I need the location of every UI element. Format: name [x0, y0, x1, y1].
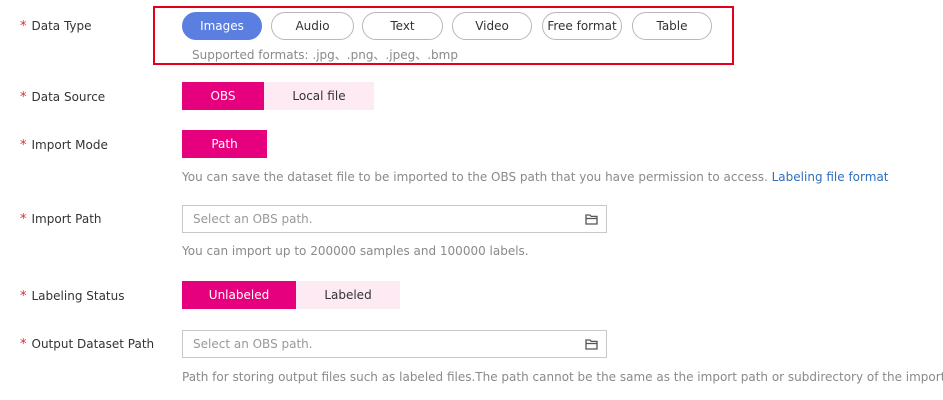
data-type-option-free-format[interactable]: Free format — [542, 12, 622, 40]
required-mark: * — [20, 289, 27, 304]
data-type-option-table[interactable]: Table — [632, 12, 712, 40]
data-type-option-video[interactable]: Video — [452, 12, 532, 40]
required-mark: * — [20, 90, 27, 105]
import-mode-label: * Import Mode — [20, 138, 108, 153]
output-path-hint: Path for storing output files such as la… — [182, 370, 943, 384]
import-path-hint: You can import up to 200000 samples and … — [182, 244, 529, 258]
data-source-option-local-file[interactable]: Local file — [264, 82, 374, 110]
required-mark: * — [20, 138, 27, 153]
import-mode-hint: You can save the dataset file to be impo… — [182, 170, 889, 184]
labeling-file-format-link[interactable]: Labeling file format — [772, 170, 889, 184]
required-mark: * — [20, 212, 27, 227]
data-type-option-text[interactable]: Text — [362, 12, 443, 40]
folder-icon[interactable] — [585, 338, 598, 350]
data-source-option-obs[interactable]: OBS — [182, 82, 264, 110]
labeling-status-label: * Labeling Status — [20, 289, 125, 304]
required-mark: * — [20, 337, 27, 352]
supported-formats-hint: Supported formats: .jpg、.png、.jpeg、.bmp — [192, 48, 458, 62]
data-type-label: * Data Type — [20, 19, 92, 34]
data-source-label: * Data Source — [20, 90, 106, 105]
import-path-label: * Import Path — [20, 212, 102, 227]
data-type-option-images[interactable]: Images — [182, 12, 262, 40]
output-path-input[interactable] — [193, 335, 573, 353]
labeling-status-option-labeled[interactable]: Labeled — [296, 281, 400, 309]
import-mode-option-path[interactable]: Path — [182, 130, 267, 158]
import-path-field[interactable] — [182, 205, 607, 233]
folder-icon[interactable] — [585, 213, 598, 225]
labeling-status-option-unlabeled[interactable]: Unlabeled — [182, 281, 296, 309]
required-mark: * — [20, 19, 27, 34]
import-path-input[interactable] — [193, 210, 573, 228]
output-path-label: * Output Dataset Path — [20, 337, 155, 352]
data-type-option-audio[interactable]: Audio — [271, 12, 354, 40]
output-path-field[interactable] — [182, 330, 607, 358]
